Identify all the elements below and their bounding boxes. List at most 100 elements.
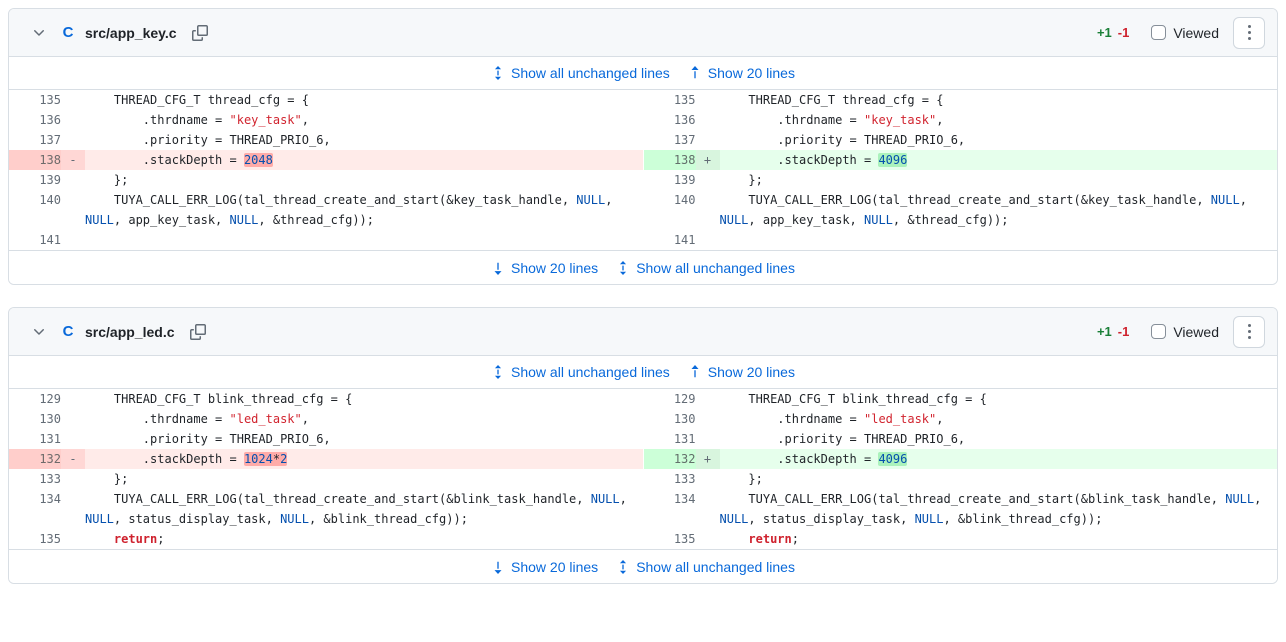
viewed-checkbox[interactable]: [1151, 25, 1166, 40]
code-line[interactable]: TUYA_CALL_ERR_LOG(tal_thread_create_and_…: [720, 489, 1278, 529]
diff-marker: [696, 529, 720, 549]
expand-link-1[interactable]: Show 20 lines: [491, 559, 598, 575]
code-line[interactable]: .thrdname = "key_task",: [720, 110, 1278, 130]
viewed-checkbox[interactable]: [1151, 324, 1166, 339]
line-number[interactable]: 130: [644, 409, 696, 429]
diff-marker: [61, 170, 85, 190]
expand-up-icon: [688, 66, 702, 80]
line-number[interactable]: 138: [9, 150, 61, 170]
chevron-down-icon[interactable]: [29, 322, 49, 342]
code-line[interactable]: return;: [85, 529, 643, 549]
code-line[interactable]: THREAD_CFG_T blink_thread_cfg = {: [85, 389, 643, 409]
code-line[interactable]: TUYA_CALL_ERR_LOG(tal_thread_create_and_…: [85, 190, 643, 230]
line-number[interactable]: 136: [644, 110, 696, 130]
chevron-down-icon[interactable]: [29, 23, 49, 43]
kebab-dot: [1248, 336, 1251, 339]
bottom-expander-row: Show 20 lines Show all unchanged lines: [9, 549, 1277, 583]
expand-link-1[interactable]: Show all unchanged lines: [491, 65, 670, 81]
diff-row: 135 return;135 return;: [9, 529, 1277, 549]
code-line[interactable]: .stackDepth = 1024*2: [85, 449, 643, 469]
line-number[interactable]: 131: [644, 429, 696, 449]
code-line[interactable]: .priority = THREAD_PRIO_6,: [720, 130, 1278, 150]
file-options-kebab-icon[interactable]: [1233, 17, 1265, 49]
code-line[interactable]: .thrdname = "led_task",: [720, 409, 1278, 429]
copy-icon[interactable]: [187, 321, 209, 343]
line-number[interactable]: 140: [644, 190, 696, 230]
expand-link-1[interactable]: Show 20 lines: [491, 260, 598, 276]
line-number[interactable]: 136: [9, 110, 61, 130]
line-number[interactable]: 134: [644, 489, 696, 529]
line-number[interactable]: 132: [644, 449, 696, 469]
diff-row: 132- .stackDepth = 1024*2132+ .stackDept…: [9, 449, 1277, 469]
code-line[interactable]: TUYA_CALL_ERR_LOG(tal_thread_create_and_…: [720, 190, 1278, 230]
code-line[interactable]: TUYA_CALL_ERR_LOG(tal_thread_create_and_…: [85, 489, 643, 529]
c-language-icon: C: [59, 323, 77, 340]
diff-marker: [61, 130, 85, 150]
line-number[interactable]: 129: [644, 389, 696, 409]
expand-link-1[interactable]: Show all unchanged lines: [491, 364, 670, 380]
code-line[interactable]: };: [85, 469, 643, 489]
expand-down-icon: [491, 560, 505, 574]
expand-link-2[interactable]: Show 20 lines: [688, 364, 795, 380]
expand-up-down-icon: [491, 365, 505, 379]
line-number[interactable]: 134: [9, 489, 61, 529]
line-number[interactable]: 137: [644, 130, 696, 150]
kebab-dot: [1248, 330, 1251, 333]
line-number[interactable]: 140: [9, 190, 61, 230]
top-expander-row: Show all unchanged lines Show 20 lines: [9, 356, 1277, 389]
file-options-kebab-icon[interactable]: [1233, 316, 1265, 348]
code-line[interactable]: .stackDepth = 4096: [720, 449, 1278, 469]
expand-link-2[interactable]: Show all unchanged lines: [616, 260, 795, 276]
expand-link-2[interactable]: Show 20 lines: [688, 65, 795, 81]
code-line[interactable]: .thrdname = "led_task",: [85, 409, 643, 429]
code-line[interactable]: THREAD_CFG_T thread_cfg = {: [85, 90, 643, 110]
diff-marker: -: [61, 449, 85, 469]
expand-link-2[interactable]: Show all unchanged lines: [616, 559, 795, 575]
line-number[interactable]: 129: [9, 389, 61, 409]
code-line[interactable]: [720, 230, 1278, 250]
code-line[interactable]: };: [720, 170, 1278, 190]
diff-marker: [61, 389, 85, 409]
line-number[interactable]: 139: [644, 170, 696, 190]
deletions-count: -1: [1118, 25, 1130, 40]
viewed-toggle[interactable]: Viewed: [1151, 324, 1219, 340]
line-number[interactable]: 137: [9, 130, 61, 150]
copy-icon[interactable]: [189, 22, 211, 44]
line-number[interactable]: 139: [9, 170, 61, 190]
line-number[interactable]: 135: [644, 90, 696, 110]
line-number[interactable]: 132: [9, 449, 61, 469]
line-number[interactable]: 141: [9, 230, 61, 250]
code-line[interactable]: [85, 230, 643, 250]
expand-link-1-label: Show 20 lines: [511, 260, 598, 276]
expand-link-2-label: Show all unchanged lines: [636, 260, 795, 276]
line-number[interactable]: 135: [644, 529, 696, 549]
line-number[interactable]: 135: [9, 529, 61, 549]
viewed-toggle[interactable]: Viewed: [1151, 25, 1219, 41]
line-number[interactable]: 141: [644, 230, 696, 250]
diff-row: 140 TUYA_CALL_ERR_LOG(tal_thread_create_…: [9, 190, 1277, 230]
line-number[interactable]: 130: [9, 409, 61, 429]
code-line[interactable]: return;: [720, 529, 1278, 549]
additions-count: +1: [1097, 25, 1112, 40]
line-number[interactable]: 133: [9, 469, 61, 489]
file-path-label[interactable]: src/app_led.c: [85, 324, 175, 340]
code-line[interactable]: .stackDepth = 2048: [85, 150, 643, 170]
code-line[interactable]: .priority = THREAD_PRIO_6,: [720, 429, 1278, 449]
code-line[interactable]: .stackDepth = 4096: [720, 150, 1278, 170]
file-path-label[interactable]: src/app_key.c: [85, 25, 177, 41]
code-line[interactable]: THREAD_CFG_T blink_thread_cfg = {: [720, 389, 1278, 409]
code-line[interactable]: .thrdname = "key_task",: [85, 110, 643, 130]
line-number[interactable]: 138: [644, 150, 696, 170]
code-line[interactable]: .priority = THREAD_PRIO_6,: [85, 429, 643, 449]
code-line[interactable]: };: [720, 469, 1278, 489]
diff-marker: +: [696, 150, 720, 170]
code-line[interactable]: THREAD_CFG_T thread_cfg = {: [720, 90, 1278, 110]
expand-link-1-label: Show all unchanged lines: [511, 364, 670, 380]
line-number[interactable]: 133: [644, 469, 696, 489]
split-diff-table: 129 THREAD_CFG_T blink_thread_cfg = {129…: [9, 389, 1277, 549]
code-line[interactable]: .priority = THREAD_PRIO_6,: [85, 130, 643, 150]
code-line[interactable]: };: [85, 170, 643, 190]
line-number[interactable]: 131: [9, 429, 61, 449]
viewed-label: Viewed: [1173, 324, 1219, 340]
line-number[interactable]: 135: [9, 90, 61, 110]
